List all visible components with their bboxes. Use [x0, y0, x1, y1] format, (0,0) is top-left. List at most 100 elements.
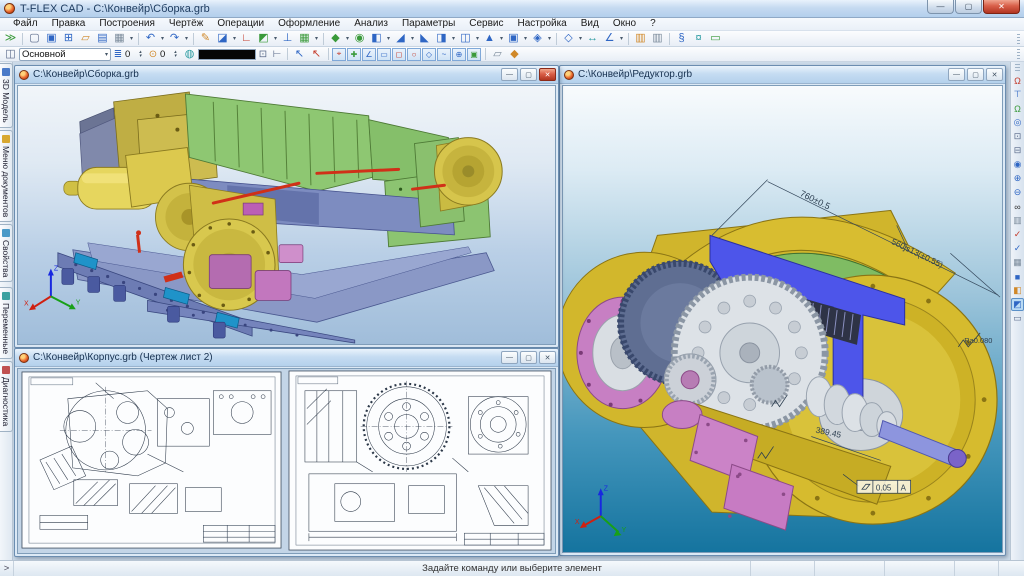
- blend-op-icon[interactable]: ◢: [392, 32, 409, 46]
- menu-parameters[interactable]: Параметры: [395, 18, 462, 30]
- macros-icon[interactable]: ¤: [690, 32, 707, 46]
- drawing-2d-viewport[interactable]: [17, 368, 556, 554]
- open-folder-icon[interactable]: ▱: [77, 32, 94, 46]
- toolbar-grip[interactable]: [1017, 49, 1020, 59]
- filter-circles-icon[interactable]: ○: [407, 48, 421, 61]
- child-minimize-button[interactable]: —: [948, 68, 965, 81]
- level-value[interactable]: 0: [160, 49, 174, 60]
- shell-op-icon[interactable]: ◨: [433, 32, 450, 46]
- rotation-op-icon[interactable]: ◉: [351, 32, 368, 46]
- toolbar-grip[interactable]: [1017, 34, 1020, 44]
- filter-hatch-icon[interactable]: ⊕: [452, 48, 466, 61]
- window-assembly[interactable]: C:\Конвейр\Сборка.grb — ▢ ✕: [14, 65, 559, 348]
- assembly-dropdown-icon[interactable]: ▾: [577, 35, 584, 42]
- close-button[interactable]: ✕: [983, 0, 1020, 14]
- tab-variables[interactable]: Переменные: [0, 287, 13, 359]
- hole-dropdown-icon[interactable]: ▾: [474, 35, 481, 42]
- layer-icon[interactable]: ≣: [111, 47, 125, 61]
- snap-off-icon[interactable]: Ω: [1011, 74, 1024, 87]
- filter-dims-icon[interactable]: ◇: [422, 48, 436, 61]
- child-restore-button[interactable]: ▢: [520, 351, 537, 364]
- menu-settings[interactable]: Настройка: [511, 18, 574, 30]
- doc-pages-icon[interactable]: ◫: [2, 47, 19, 61]
- zoom-in-icon[interactable]: ⊕: [1011, 172, 1024, 185]
- extrusion-icon[interactable]: ◆: [327, 32, 344, 46]
- assembly-3d-viewport[interactable]: Z X Y: [17, 85, 556, 345]
- workplane-icon[interactable]: ◪: [214, 32, 231, 46]
- open-prototype-icon[interactable]: ⊞: [60, 32, 77, 46]
- clip-icon[interactable]: ▱: [489, 47, 506, 61]
- grid-toggle-icon[interactable]: ⊡: [256, 47, 270, 61]
- menu-analysis[interactable]: Анализ: [347, 18, 395, 30]
- render-icon[interactable]: ◆: [506, 47, 523, 61]
- child-close-button[interactable]: ✕: [986, 68, 1003, 81]
- child-restore-button[interactable]: ▢: [967, 68, 984, 81]
- window-assembly-caption[interactable]: C:\Конвейр\Сборка.grb — ▢ ✕: [15, 66, 558, 84]
- paperclip-icon[interactable]: §: [673, 32, 690, 46]
- pages-icon[interactable]: ▥: [649, 32, 666, 46]
- shaded-icon[interactable]: ■: [1011, 270, 1024, 283]
- style-combobox[interactable]: Основной ▾: [19, 48, 111, 61]
- textured-icon[interactable]: ◧: [1011, 284, 1024, 297]
- fragment-dropdown-icon[interactable]: ▾: [546, 35, 553, 42]
- blend-dropdown-icon[interactable]: ▾: [409, 35, 416, 42]
- filter-text-icon[interactable]: ▣: [467, 48, 481, 61]
- tab-diagnostics[interactable]: Диагностика: [0, 361, 13, 431]
- redraw-icon[interactable]: ✓: [1011, 228, 1024, 241]
- redo-dropdown-icon[interactable]: ▾: [183, 35, 190, 42]
- grid-dropdown-icon[interactable]: ▾: [313, 35, 320, 42]
- filter-splines-icon[interactable]: ~: [437, 48, 451, 61]
- draw-mode-icon[interactable]: ✎: [197, 32, 214, 46]
- layer-value[interactable]: 0: [125, 49, 139, 60]
- workplane-dropdown-icon[interactable]: ▾: [231, 35, 238, 42]
- snap-pin-icon[interactable]: ⊤: [1011, 88, 1024, 101]
- tree-toggle-icon[interactable]: ⊢: [270, 47, 284, 61]
- filter-angles-icon[interactable]: ∠: [362, 48, 376, 61]
- print-dropdown-icon[interactable]: ▾: [128, 35, 135, 42]
- grid-icon[interactable]: ▦: [296, 32, 313, 46]
- resize-grip[interactable]: [998, 561, 1024, 576]
- window-reducer-caption[interactable]: C:\Конвейр\Редуктор.grb — ▢ ✕: [560, 66, 1005, 84]
- undo-dropdown-icon[interactable]: ▾: [159, 35, 166, 42]
- fit-all-icon[interactable]: ⊡: [1011, 130, 1024, 143]
- menu-view[interactable]: Вид: [574, 18, 606, 30]
- filter-outline-icon[interactable]: ◻: [392, 48, 406, 61]
- shell-dropdown-icon[interactable]: ▾: [450, 35, 457, 42]
- menu-window[interactable]: Окно: [606, 18, 643, 30]
- zoom-dynamic-icon[interactable]: ◉: [1011, 158, 1024, 171]
- undo-icon[interactable]: ↶: [142, 32, 159, 46]
- window-drawing[interactable]: C:\Конвейр\Корпус.grb (Чертеж лист 2) — …: [14, 348, 559, 557]
- view-pages-icon[interactable]: ▥: [1011, 214, 1024, 227]
- fit-sheet-icon[interactable]: ⊟: [1011, 144, 1024, 157]
- dock-grip[interactable]: [1015, 64, 1020, 72]
- new-document-icon[interactable]: ▢: [26, 32, 43, 46]
- measure-dropdown-icon[interactable]: ▾: [618, 35, 625, 42]
- window-drawing-caption[interactable]: C:\Конвейр\Корпус.grb (Чертеж лист 2) — …: [15, 349, 558, 367]
- face-dropdown-icon[interactable]: ▾: [498, 35, 505, 42]
- menu-drawing[interactable]: Чертёж: [162, 18, 210, 30]
- show-panels-icon[interactable]: ≫: [2, 32, 19, 46]
- menu-annotation[interactable]: Оформление: [271, 18, 347, 30]
- child-close-button[interactable]: ✕: [539, 351, 556, 364]
- restore-button[interactable]: ▢: [955, 0, 982, 14]
- regenerate-icon[interactable]: ✓: [1011, 242, 1024, 255]
- array-dropdown-icon[interactable]: ▾: [522, 35, 529, 42]
- select-arrow-icon[interactable]: ↖: [291, 47, 308, 61]
- tab-3d-model[interactable]: 3D Модель: [0, 63, 13, 128]
- zoom-out-icon[interactable]: ⊖: [1011, 186, 1024, 199]
- reducer-3d-viewport[interactable]: 760±0.5 560js13(±0.55) Ra0.080 389.45: [562, 85, 1003, 553]
- snap-on-icon[interactable]: Ω: [1011, 102, 1024, 115]
- menu-constructions[interactable]: Построения: [92, 18, 162, 30]
- command-prompt[interactable]: >: [0, 561, 14, 576]
- spin-down-icon[interactable]: ▾: [174, 54, 181, 58]
- coordinate-system-icon[interactable]: ∟: [238, 32, 255, 46]
- open-document-icon[interactable]: ▣: [43, 32, 60, 46]
- level-spinner[interactable]: ▴▾: [174, 50, 181, 58]
- measure-icon[interactable]: ∠: [601, 32, 618, 46]
- face-op-icon[interactable]: ▲: [481, 32, 498, 46]
- preview-icon[interactable]: ▥: [632, 32, 649, 46]
- filter-lines-icon[interactable]: ✚: [347, 48, 361, 61]
- level-icon[interactable]: ⊙: [146, 47, 160, 61]
- menu-edit[interactable]: Правка: [45, 18, 93, 30]
- assembly-icon[interactable]: ◇: [560, 32, 577, 46]
